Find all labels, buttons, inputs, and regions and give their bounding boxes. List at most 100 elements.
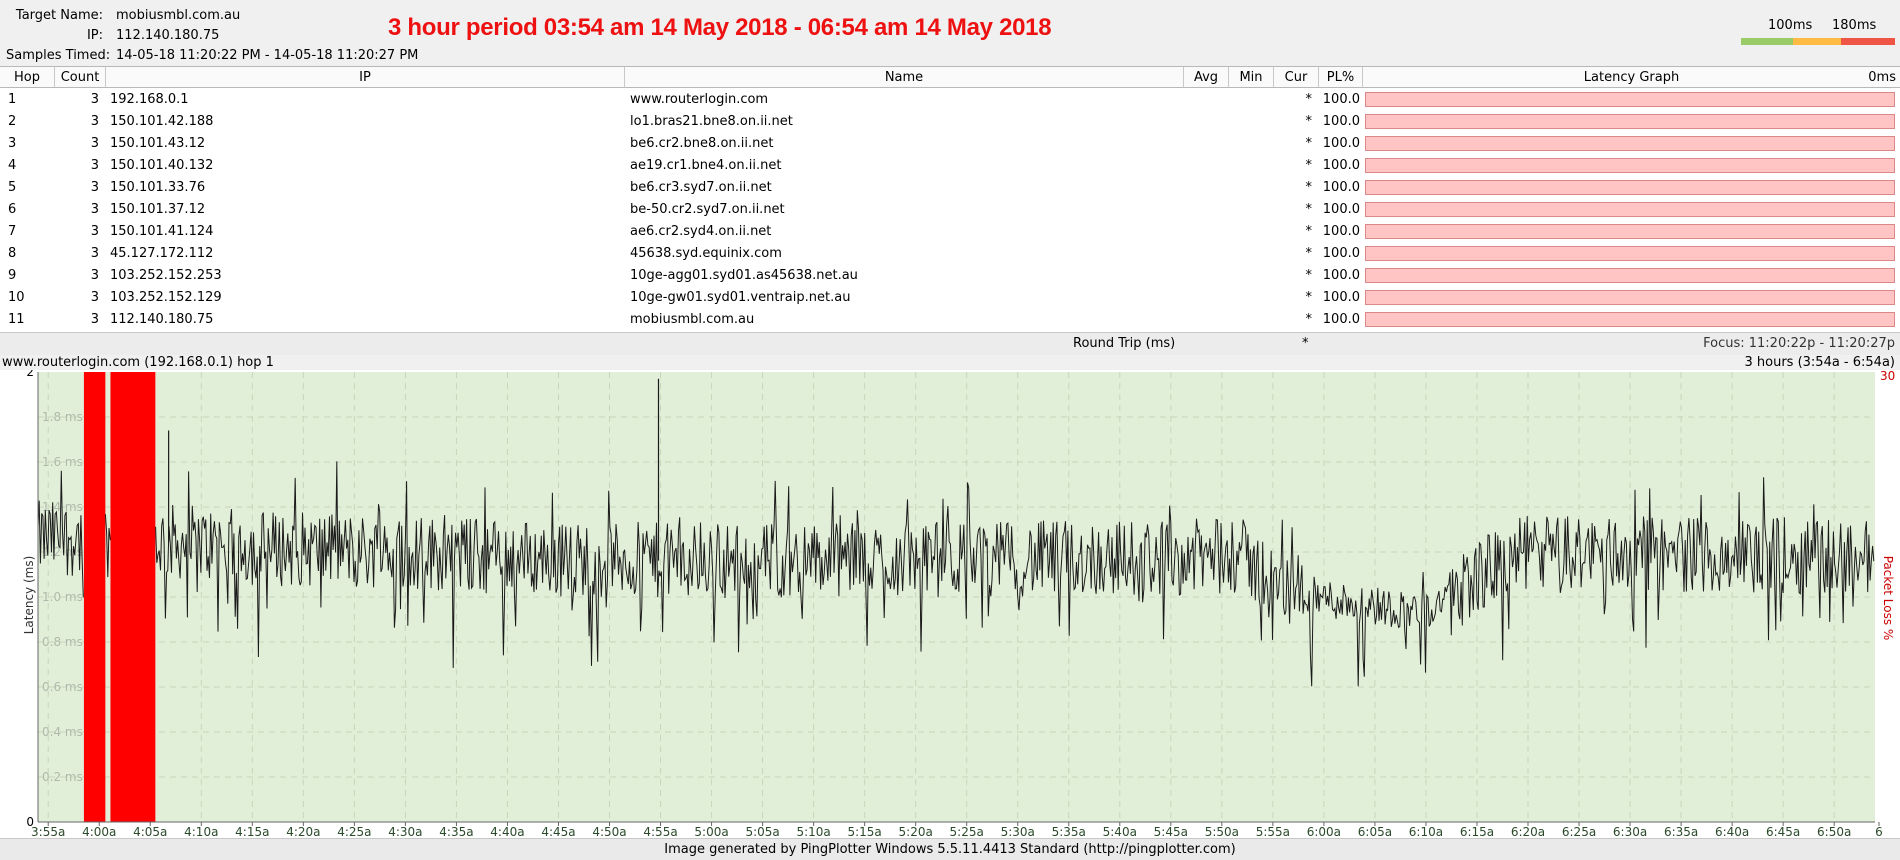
hop-latency-bar bbox=[1365, 290, 1895, 305]
x-tick-label: 4:45a bbox=[541, 825, 575, 838]
hop-row[interactable]: 6 3 150.101.37.12 be-50.cr2.syd7.on.ii.net *… bbox=[0, 199, 1900, 221]
hop-count: 3 bbox=[90, 180, 99, 195]
x-tick-label: 5:50a bbox=[1205, 825, 1239, 838]
hop-row[interactable]: 1 3 192.168.0.1 www.routerlogin.com * 100.0 bbox=[0, 89, 1900, 111]
legend-red-bar bbox=[1841, 38, 1895, 45]
column-min[interactable]: Min bbox=[1229, 67, 1274, 88]
hop-count: 3 bbox=[90, 114, 99, 129]
graph-header: www.routerlogin.com (192.168.0.1) hop 1 … bbox=[0, 354, 1900, 370]
x-tick-label: 5:05a bbox=[745, 825, 779, 838]
column-name[interactable]: Name bbox=[625, 67, 1184, 88]
hop-name: ae19.cr1.bne4.on.ii.net bbox=[630, 158, 782, 173]
hop-ip: 103.252.152.253 bbox=[110, 268, 222, 283]
hop-number: 6 bbox=[8, 202, 17, 217]
y-tick-label: 2 bbox=[26, 370, 34, 379]
latency-legend: 100ms 180ms bbox=[1741, 16, 1895, 50]
hop-number: 7 bbox=[8, 224, 17, 239]
x-tick-label: 5:10a bbox=[796, 825, 830, 838]
legend-green-bar bbox=[1741, 38, 1793, 45]
hop-number: 4 bbox=[8, 158, 17, 173]
hop-pl: 100.0 bbox=[1322, 92, 1360, 107]
hop-cur: * bbox=[1305, 136, 1313, 151]
column-latency-graph[interactable]: Latency Graph 0ms bbox=[1363, 67, 1900, 88]
x-tick-label: 6:35a bbox=[1664, 825, 1698, 838]
x-tick-label: 6:20a bbox=[1511, 825, 1545, 838]
hop-row[interactable]: 4 3 150.101.40.132 ae19.cr1.bne4.on.ii.net *… bbox=[0, 155, 1900, 177]
hop-cur: * bbox=[1305, 224, 1313, 239]
x-tick-label: 6:15a bbox=[1460, 825, 1494, 838]
hop-number: 9 bbox=[8, 268, 17, 283]
hop-row[interactable]: 5 3 150.101.33.76 be6.cr3.syd7.on.ii.net * 10… bbox=[0, 177, 1900, 199]
hop-count: 3 bbox=[90, 268, 99, 283]
hop-row[interactable]: 8 3 45.127.172.112 45638.syd.equinix.com * 10… bbox=[0, 243, 1900, 265]
hop-row[interactable]: 10 3 103.252.152.129 10ge-gw01.syd01.ventra… bbox=[0, 287, 1900, 309]
hop-count: 3 bbox=[90, 224, 99, 239]
hop-count: 3 bbox=[90, 202, 99, 217]
samples-label: Samples Timed: bbox=[6, 48, 111, 63]
hop-ip: 150.101.43.12 bbox=[110, 136, 206, 151]
x-tick-label: 6:25a bbox=[1562, 825, 1596, 838]
hop-cur: * bbox=[1305, 312, 1313, 327]
hop-name: 10ge-gw01.syd01.ventraip.net.au bbox=[630, 290, 851, 305]
hop-name: be6.cr3.syd7.on.ii.net bbox=[630, 180, 772, 195]
latency-time-graph[interactable]: 21.8 ms1.6 ms1.4 ms1.2 ms1.0 ms0.8 ms0.6… bbox=[0, 370, 1900, 838]
hop-latency-bar bbox=[1365, 224, 1895, 239]
period-title: 3 hour period 03:54 am 14 May 2018 - 06:… bbox=[388, 14, 1052, 41]
hop-row[interactable]: 3 3 150.101.43.12 be6.cr2.bne8.on.ii.net * 10… bbox=[0, 133, 1900, 155]
hop-pl: 100.0 bbox=[1322, 312, 1360, 327]
hop-pl: 100.0 bbox=[1322, 202, 1360, 217]
hop-row[interactable]: 2 3 150.101.42.188 lo1.bras21.bne8.on.ii.ne… bbox=[0, 111, 1900, 133]
hop-row[interactable]: 11 3 112.140.180.75 mobiusmbl.com.au * 100.0 bbox=[0, 309, 1900, 331]
packet-loss-span bbox=[110, 372, 156, 822]
x-tick-label: 6:50a bbox=[1817, 825, 1851, 838]
hop-pl: 100.0 bbox=[1322, 136, 1360, 151]
hop-cur: * bbox=[1305, 92, 1313, 107]
hop-pl: 100.0 bbox=[1322, 246, 1360, 261]
x-tick-label: 6:05a bbox=[1358, 825, 1392, 838]
x-tick-label: 4:55a bbox=[643, 825, 677, 838]
column-ip[interactable]: IP bbox=[106, 67, 625, 88]
x-tick-label: 4:20a bbox=[286, 825, 320, 838]
hop-count: 3 bbox=[90, 158, 99, 173]
hop-pl: 100.0 bbox=[1322, 268, 1360, 283]
hop-latency-bar bbox=[1365, 312, 1895, 327]
hop-latency-bar bbox=[1365, 114, 1895, 129]
x-tick-label: 6:30a bbox=[1613, 825, 1647, 838]
trace-table: Hop Count IP Name Avg Min Cur PL% Latenc… bbox=[0, 66, 1900, 333]
column-avg[interactable]: Avg bbox=[1184, 67, 1229, 88]
hop-name: www.routerlogin.com bbox=[630, 92, 769, 107]
hop-name: be-50.cr2.syd7.on.ii.net bbox=[630, 202, 785, 217]
hop-count: 3 bbox=[90, 290, 99, 305]
x-tick-label: 4:00a bbox=[82, 825, 116, 838]
x-tick-label: 3:55a bbox=[31, 825, 65, 838]
hop-count: 3 bbox=[90, 92, 99, 107]
hop-cur: * bbox=[1305, 158, 1313, 173]
column-count[interactable]: Count bbox=[55, 67, 106, 88]
hop-row[interactable]: 7 3 150.101.41.124 ae6.cr2.syd4.on.ii.net * 1… bbox=[0, 221, 1900, 243]
hop-count: 3 bbox=[90, 136, 99, 151]
hop-name: 45638.syd.equinix.com bbox=[630, 246, 782, 261]
hop-pl: 100.0 bbox=[1322, 114, 1360, 129]
x-tick-label: 5:35a bbox=[1052, 825, 1086, 838]
x-tick-label: 5:00a bbox=[694, 825, 728, 838]
hop-number: 10 bbox=[8, 290, 25, 305]
column-cur[interactable]: Cur bbox=[1274, 67, 1319, 88]
x-tick-label: 5:25a bbox=[950, 825, 984, 838]
hop-row[interactable]: 9 3 103.252.152.253 10ge-agg01.syd01.as4563… bbox=[0, 265, 1900, 287]
hop-name: ae6.cr2.syd4.on.ii.net bbox=[630, 224, 772, 239]
hop-number: 1 bbox=[8, 92, 17, 107]
column-pl[interactable]: PL% bbox=[1319, 67, 1363, 88]
x-tick-label: 6:40a bbox=[1715, 825, 1749, 838]
hop-ip: 112.140.180.75 bbox=[110, 312, 214, 327]
hop-number: 3 bbox=[8, 136, 17, 151]
hop-latency-bar bbox=[1365, 202, 1895, 217]
hop-ip: 103.252.152.129 bbox=[110, 290, 222, 305]
hop-number: 11 bbox=[8, 312, 25, 327]
hop-name: mobiusmbl.com.au bbox=[630, 312, 755, 327]
column-hop[interactable]: Hop bbox=[0, 67, 55, 88]
legend-100ms: 100ms bbox=[1768, 18, 1813, 33]
hop-cur: * bbox=[1305, 202, 1313, 217]
hop-cur: * bbox=[1305, 114, 1313, 129]
hop-latency-bar bbox=[1365, 180, 1895, 195]
x-tick-label: 5:30a bbox=[1001, 825, 1035, 838]
